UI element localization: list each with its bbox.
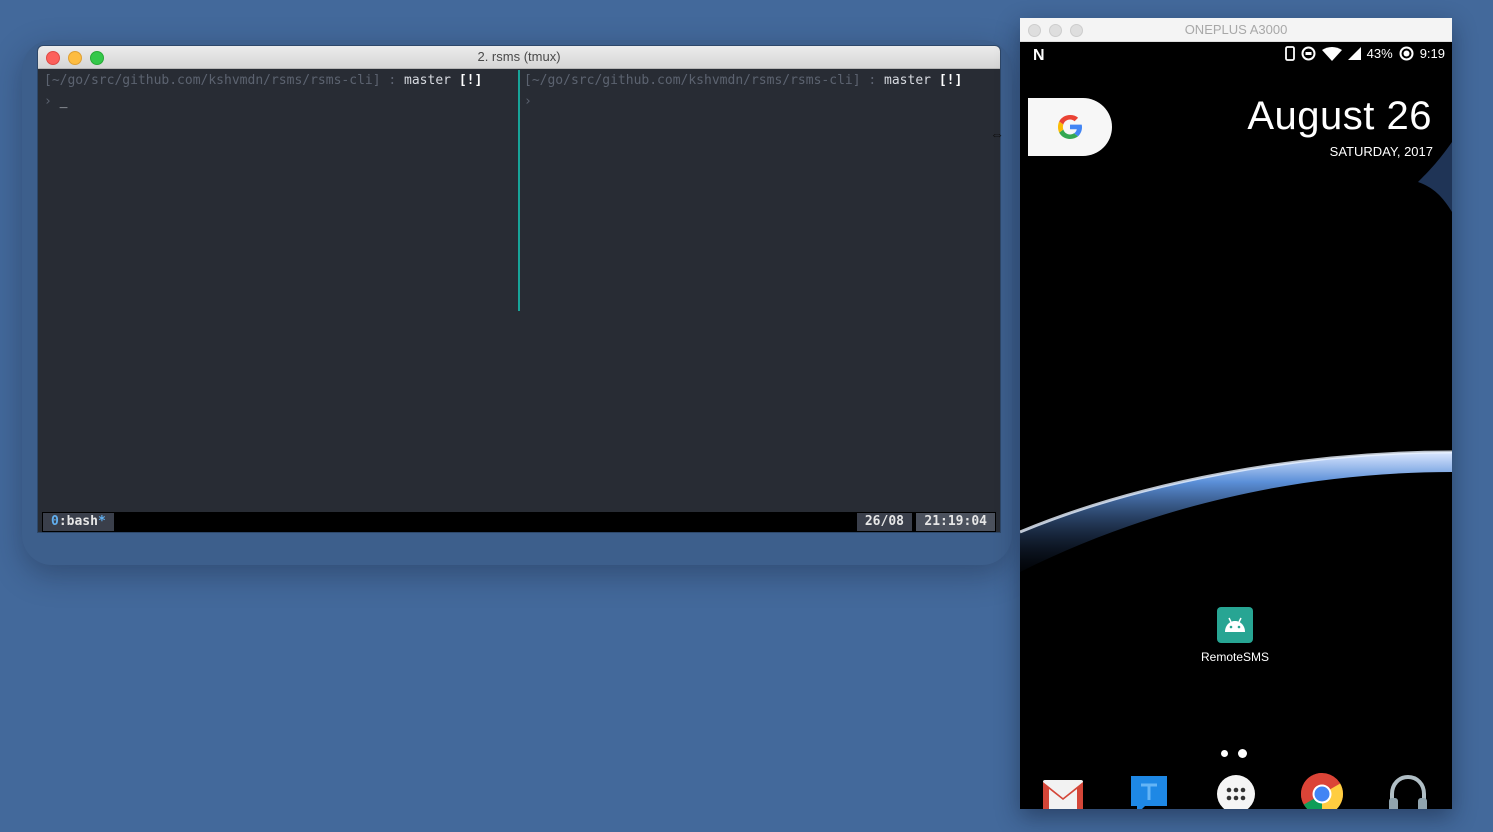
tmux-window-tab[interactable]: 0:bash*: [43, 513, 114, 531]
remotesms-app-icon[interactable]: [1217, 607, 1253, 643]
date-widget-date[interactable]: August 26: [1247, 94, 1432, 139]
google-g-icon: [1058, 115, 1082, 139]
phone-titlebar[interactable]: ONEPLUS A3000: [1020, 18, 1452, 42]
git-status-flag: [!]: [458, 73, 483, 88]
prompt-symbol: ›: [44, 94, 52, 109]
app-drawer-icon[interactable]: [1214, 772, 1258, 809]
status-icons: 43% 9:19: [1284, 46, 1445, 61]
wifi-icon: [1321, 46, 1342, 61]
minimize-button[interactable]: [1049, 24, 1062, 37]
minimize-button[interactable]: [68, 51, 82, 65]
text-cursor: _: [59, 94, 68, 109]
cwd-path: [~/go/src/github.com/kshvmdn/rsms/rsms-c…: [524, 73, 861, 88]
data-saver-icon: [1301, 46, 1316, 61]
chrome-icon[interactable]: [1300, 772, 1344, 809]
google-search-pill[interactable]: [1028, 98, 1112, 156]
page-dot-active: [1238, 749, 1247, 758]
android-status-bar: N 43% 9:19: [1020, 42, 1452, 68]
headphones-icon[interactable]: [1386, 772, 1430, 809]
page-dot: [1221, 750, 1228, 757]
status-date: 26/08: [856, 513, 912, 531]
gmail-icon[interactable]: [1041, 772, 1085, 809]
signal-icon: [1347, 47, 1361, 60]
battery-icon: [1399, 46, 1414, 61]
zoom-button[interactable]: [90, 51, 104, 65]
phone-vibrate-icon: [1284, 46, 1295, 61]
cwd-path: [~/go/src/github.com/kshvmdn/rsms/rsms-c…: [44, 73, 381, 88]
pane-divider[interactable]: [518, 70, 520, 311]
prompt-input-left[interactable]: › _: [44, 91, 514, 112]
tmux-pane-right[interactable]: [~/go/src/github.com/kshvmdn/rsms/rsms-c…: [524, 70, 994, 334]
date-widget-subline: SATURDAY, 2017: [1329, 144, 1433, 159]
phone-window-title: ONEPLUS A3000: [1184, 22, 1288, 37]
git-branch: master: [884, 73, 931, 88]
resize-cursor-icon: ⇔: [990, 126, 1004, 142]
prompt-header-right: [~/go/src/github.com/kshvmdn/rsms/rsms-c…: [524, 73, 963, 88]
zoom-button[interactable]: [1070, 24, 1083, 37]
git-status-flag: [!]: [938, 73, 963, 88]
prompt-input-right[interactable]: ›: [524, 91, 994, 112]
messages-icon[interactable]: [1127, 772, 1171, 809]
terminal-window[interactable]: 2. rsms (tmux) [~/go/src/github.com/kshv…: [38, 46, 1000, 532]
prompt-symbol: ›: [524, 94, 532, 109]
app-dock: [1020, 772, 1452, 809]
git-branch: master: [404, 73, 451, 88]
android-home-screen[interactable]: N 43% 9:19 August 26 SATURDAY, 2017 Remo…: [1020, 42, 1452, 809]
n-icon: N: [1033, 47, 1045, 64]
android-icon: [1225, 617, 1245, 632]
status-clock: 9:19: [1419, 46, 1445, 61]
tmux-status-bar: 0:bash* 26/08 21:19:04: [42, 512, 996, 532]
prompt-header-left: [~/go/src/github.com/kshvmdn/rsms/rsms-c…: [44, 73, 483, 88]
page-indicator: [1221, 749, 1247, 758]
terminal-titlebar[interactable]: 2. rsms (tmux): [38, 46, 1000, 69]
terminal-title: 2. rsms (tmux): [477, 49, 561, 64]
phone-mirror-window[interactable]: ONEPLUS A3000 N 43% 9:19 August 26 SATUR…: [1020, 18, 1452, 809]
status-time: 21:19:04: [916, 513, 995, 531]
wallpaper-earth: [1020, 450, 1452, 572]
remotesms-app-label[interactable]: RemoteSMS: [1170, 650, 1300, 664]
close-button[interactable]: [1028, 24, 1041, 37]
battery-percent: 43%: [1366, 46, 1393, 61]
window-controls: [46, 51, 104, 65]
tmux-pane-left[interactable]: [~/go/src/github.com/kshvmdn/rsms/rsms-c…: [44, 70, 514, 334]
window-controls: [1028, 24, 1083, 37]
close-button[interactable]: [46, 51, 60, 65]
